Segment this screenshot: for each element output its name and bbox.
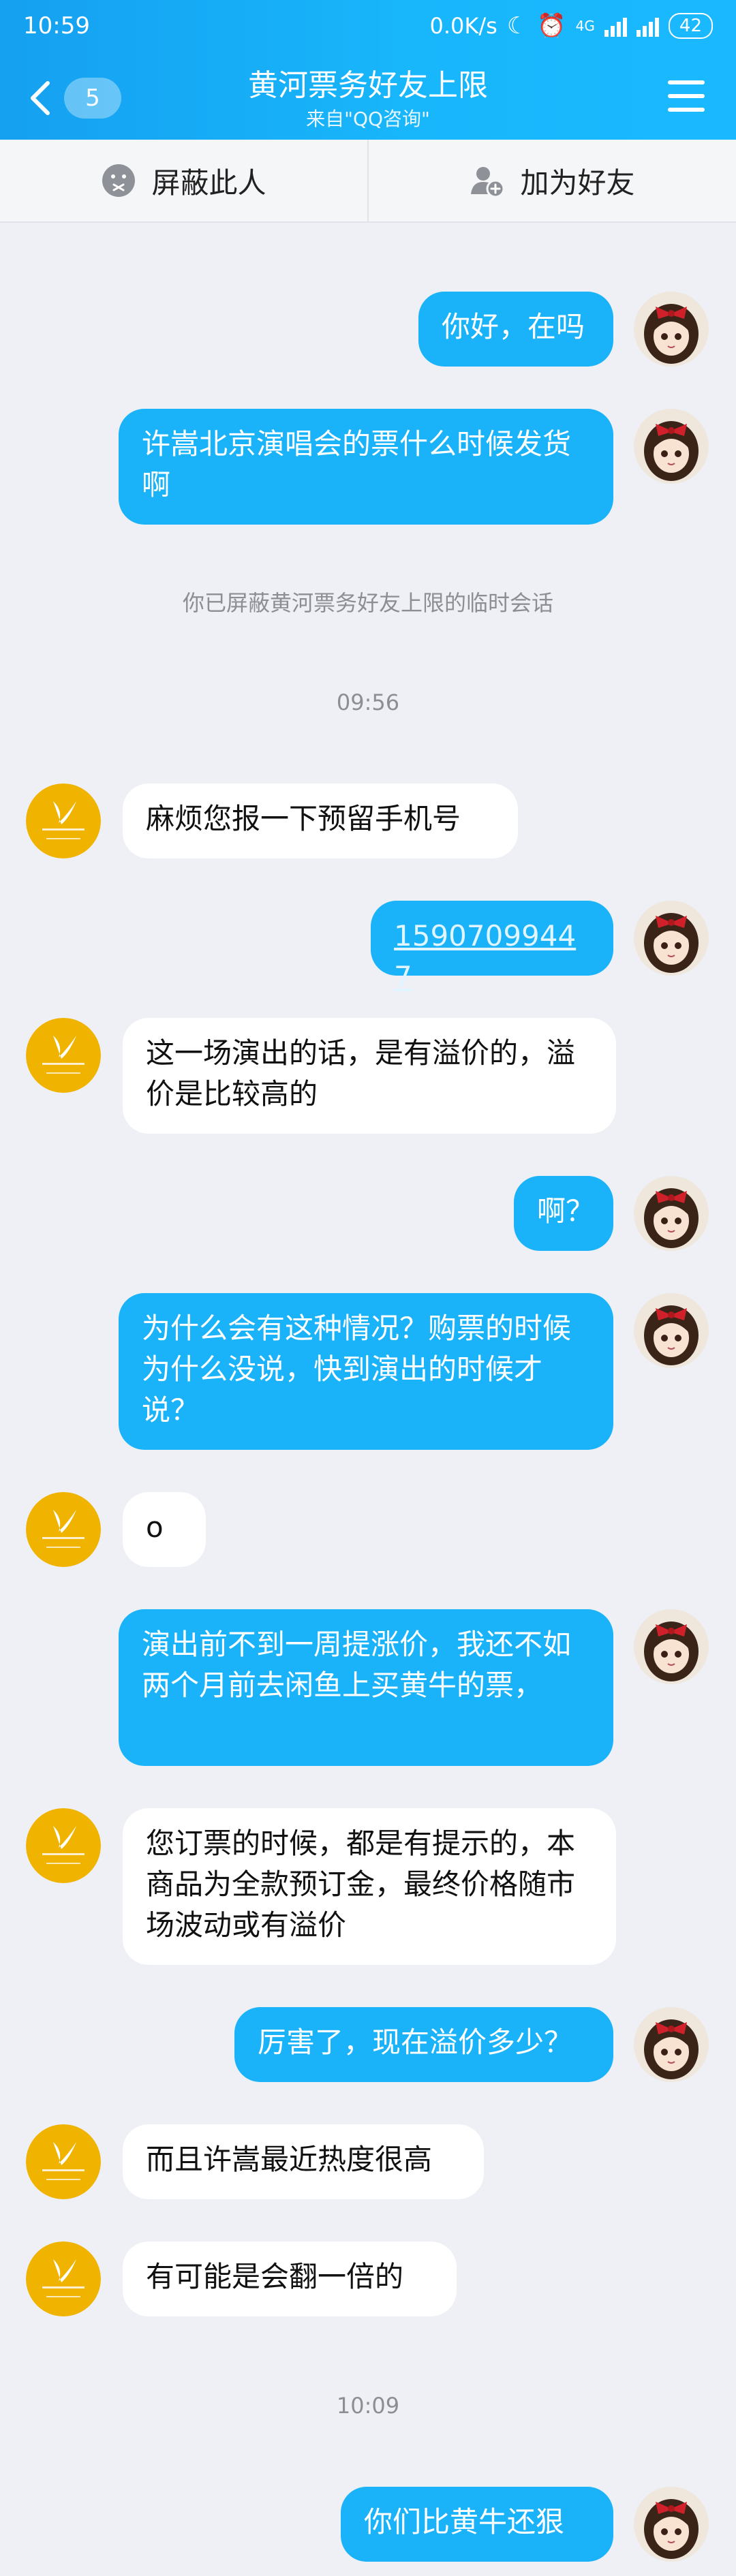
action-bar: 屏蔽此人 加为好友 (0, 140, 736, 223)
avatar[interactable] (26, 2241, 101, 2316)
add-friend-button[interactable]: 加为好友 (367, 140, 736, 221)
avatar[interactable] (26, 2124, 101, 2199)
message-bubble[interactable]: 而且许嵩最近热度很高 (123, 2124, 484, 2199)
network-type: 4G (575, 18, 595, 34)
chat-subtitle: 来自"QQ咨询" (306, 108, 430, 130)
block-face-icon (102, 164, 136, 197)
moon-icon: ☾ (506, 12, 528, 40)
avatar[interactable] (634, 1609, 709, 1684)
avatar[interactable] (634, 2487, 709, 2562)
avatar[interactable] (634, 292, 709, 367)
signal-icon (636, 15, 659, 37)
message-bubble[interactable]: 有可能是会翻一倍的 (123, 2241, 457, 2316)
timestamp: 10:09 (336, 2393, 400, 2419)
battery-indicator: 42 (668, 13, 713, 39)
add-friend-label: 加为好友 (520, 166, 635, 200)
net-speed: 0.0K/s (429, 13, 497, 39)
message-bubble[interactable]: 您订票的时候，都是有提示的，本商品为全款预订金，最终价格随市场波动或有溢价 (123, 1808, 616, 1965)
block-user-button[interactable]: 屏蔽此人 (0, 140, 367, 221)
avatar[interactable] (26, 1492, 101, 1567)
message-bubble[interactable]: 演出前不到一周提涨价，我还不如两个月前去闲鱼上买黄牛的票， (119, 1609, 613, 1766)
avatar[interactable] (26, 1808, 101, 1883)
avatar[interactable] (26, 783, 101, 858)
message-bubble[interactable]: 这一场演出的话，是有溢价的，溢价是比较高的 (123, 1018, 616, 1134)
message-bubble[interactable]: 厉害了，现在溢价多少？ (234, 2007, 613, 2082)
alarm-icon: ⏰ (537, 12, 566, 40)
block-user-label: 屏蔽此人 (151, 166, 266, 200)
message-bubble[interactable]: 麻烦您报一下预留手机号 (123, 783, 518, 858)
avatar[interactable] (634, 2007, 709, 2082)
avatar[interactable] (634, 1293, 709, 1368)
title-bar: 10:59 0.0K/s ☾ ⏰ 4G 42 5 黄河票务好友上限 来自"QQ咨… (0, 0, 736, 140)
message-bubble[interactable]: 你好，在吗 (418, 292, 613, 367)
status-bar: 10:59 0.0K/s ☾ ⏰ 4G 42 (23, 12, 713, 40)
menu-icon[interactable] (668, 80, 705, 112)
message-bubble[interactable]: 为什么会有这种情况？购票的时候为什么没说，快到演出的时候才说？ (119, 1293, 613, 1450)
clock: 10:59 (23, 12, 90, 40)
avatar[interactable] (634, 409, 709, 484)
system-notice: 你已屏蔽黄河票务好友上限的临时会话 (182, 590, 553, 616)
avatar[interactable] (26, 1018, 101, 1093)
message-bubble[interactable]: 啊？ (514, 1176, 613, 1251)
timestamp: 09:56 (336, 689, 400, 715)
message-bubble[interactable]: o (123, 1492, 206, 1567)
chat-title: 黄河票务好友上限 (248, 68, 488, 103)
signal-icon (604, 15, 627, 37)
message-bubble[interactable]: 你们比黄牛还狠 (341, 2487, 613, 2562)
avatar[interactable] (634, 1176, 709, 1251)
avatar[interactable] (634, 901, 709, 976)
phone-number-link[interactable]: 15907099447 (371, 901, 613, 993)
message-bubble[interactable]: 许嵩北京演唱会的票什么时候发货啊 (119, 409, 613, 525)
add-friend-icon (471, 167, 505, 198)
